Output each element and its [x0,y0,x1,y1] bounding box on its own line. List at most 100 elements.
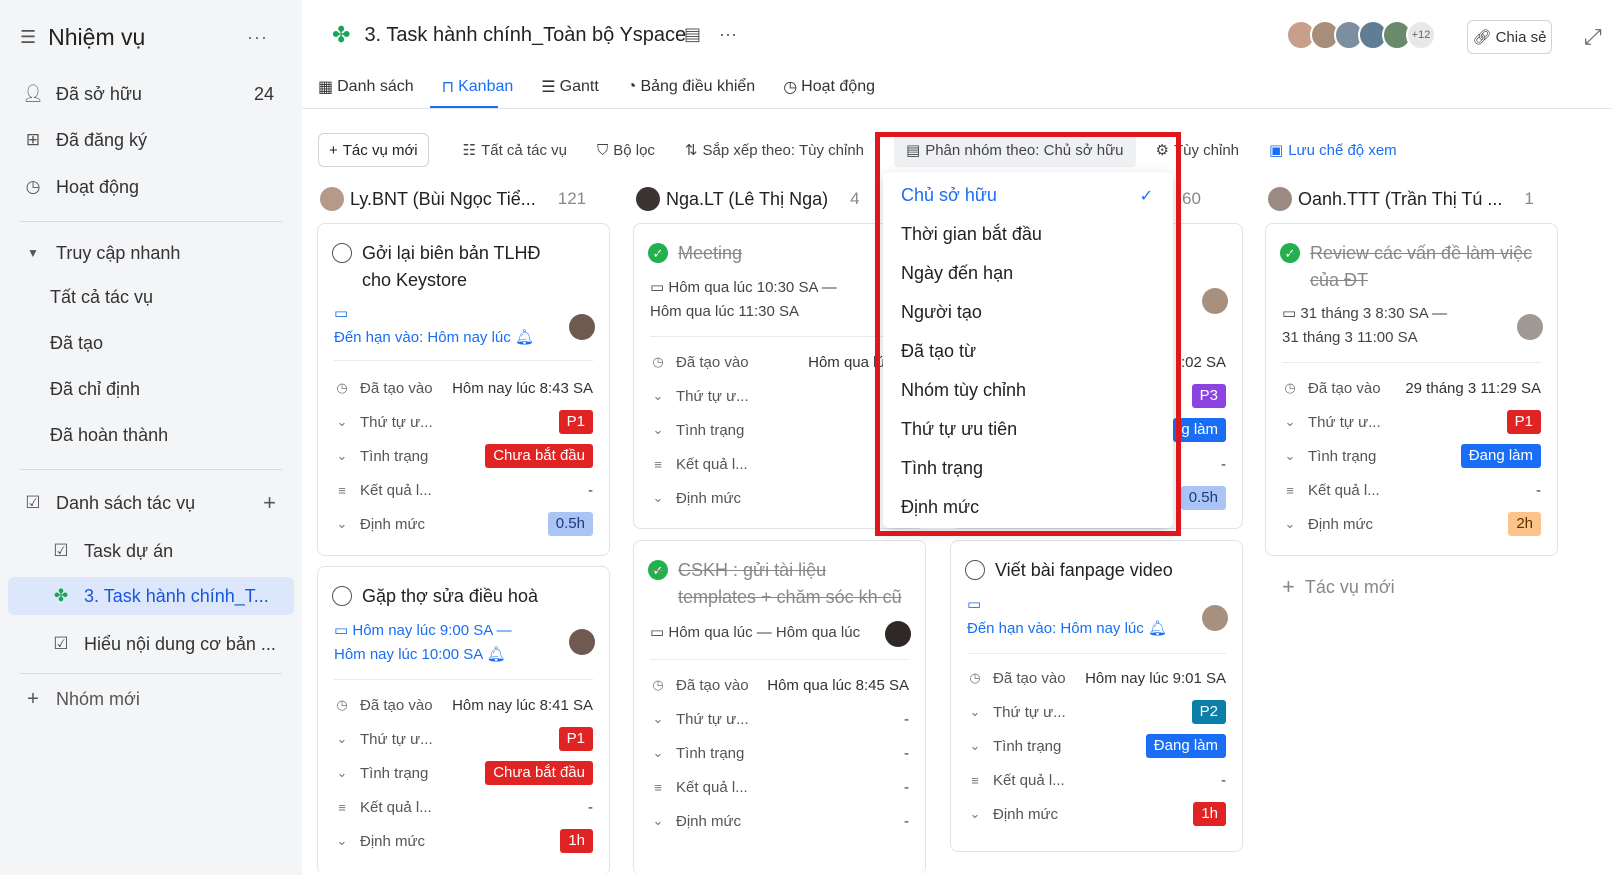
task-card[interactable]: Viết bài fanpage video ▭ Đến hạn vào: Hô… [950,540,1243,852]
card-divider [1282,362,1541,363]
column-header[interactable]: Oanh.TTT (Trần Thị Tú ... 1 [1268,186,1534,212]
estimate-badge[interactable]: 1h [560,829,593,853]
chevron-circle-icon: ⌄ [652,711,664,726]
field-label: Thứ tự ư... [676,710,749,728]
field-label: Tình trạng [676,421,745,439]
estimate-badge[interactable]: 0.5h [1180,486,1226,510]
field-label: Thứ tự ư... [1308,413,1381,431]
clock-icon: ◷ [652,677,664,692]
priority-badge[interactable]: P2 [1191,700,1226,724]
field-status: ⌄ Tình trạng Đang làm [1282,443,1541,469]
field-label: Đã tạo vào [993,669,1066,687]
sidebar-more-icon[interactable]: ··· [247,27,268,48]
priority-badge[interactable]: P1 [1506,410,1541,434]
checkbox[interactable] [965,560,985,580]
dashboard-icon: ◔ [626,78,637,95]
field-label: Định mức [360,832,426,850]
sidebar-item-activity[interactable]: ◷ Hoạt động [8,168,294,206]
task-list-icon: ☑ [53,541,69,560]
chevron-circle-icon: ⌄ [652,422,664,437]
all-tasks-label: Tất cả tác vụ [481,141,567,159]
priority-badge[interactable]: P3 [1191,384,1226,408]
tab-list[interactable]: ▦ Danh sách [318,74,414,100]
tab-gantt[interactable]: ☰ Gantt [541,74,598,100]
column-header[interactable]: Ly.BNT (Bùi Ngọc Tiể... 121 [320,186,586,212]
status-badge[interactable]: g làm [1173,418,1226,442]
field-value: - [588,481,593,499]
task-card[interactable]: ✓ Review các vấn đề làm việc của ĐT ▭ 31 … [1265,223,1558,556]
column-header[interactable]: 60 [1182,186,1201,212]
checkbox[interactable] [332,586,352,606]
quick-access-toggle[interactable]: ▼ Truy cập nhanh [8,234,294,272]
estimate-badge[interactable]: 1h [1193,802,1226,826]
clock-icon: ◷ [25,177,41,196]
priority-badge[interactable]: P1 [558,727,593,751]
task-lists-header[interactable]: ☑ Danh sách tác vụ + [8,484,294,522]
task-list-icon: ☑ [25,493,41,512]
new-task-button[interactable]: + Tác vụ mới [318,133,429,167]
task-card[interactable]: Gởi lại biên bản TLHĐ cho Keystore ▭ Đến… [317,223,610,556]
sidebar-item-label: Đã hoàn thành [50,424,169,445]
estimate-badge[interactable]: 2h [1508,512,1541,536]
status-badge[interactable]: Chưa bắt đầu [485,444,593,468]
sidebar-item-task-list[interactable]: ☑ Hiểu nội dung cơ bản ... [8,625,294,663]
more-icon[interactable]: ··· [719,24,737,45]
add-task-button[interactable]: + Tác vụ mới [1282,574,1395,600]
tab-activity[interactable]: ◷ Hoạt động [783,74,875,100]
calendar-icon: ▭ [650,279,665,296]
date-text: Hôm qua lúc 10:30 SA — [668,279,837,296]
chevron-circle-icon: ⌄ [336,731,348,746]
task-title: Gởi lại biên bản TLHĐ cho Keystore [332,240,569,294]
task-title-text: CSKH : gửi tài liệu templates + chăm sóc… [678,560,902,607]
tab-dashboard[interactable]: ◔ Bảng điều khiển [627,74,755,100]
sidebar-item-owned[interactable]: 👤︎ Đã sở hữu 24 [8,75,294,113]
field-estimate: ⌄ Định mức 1h [967,801,1226,827]
check-circle-icon[interactable]: ✓ [648,243,668,263]
field-created: ◷ Đã tạo vào Hôm nay lúc 8:41 SA [334,692,593,718]
tab-kanban[interactable]: ⊓ Kanban [442,74,514,100]
share-button[interactable]: 🔗︎ Chia sẻ [1467,20,1552,54]
column-header[interactable]: Nga.LT (Lê Thị Nga) 4 [636,186,860,212]
calendar-icon: ▭ [334,622,349,639]
sidebar-item-subscribed[interactable]: ⊞ Đã đăng ký [8,121,294,159]
chevron-circle-icon: ⌄ [1284,414,1296,429]
sidebar-item-task-list-active[interactable]: ✤ 3. Task hành chính_T... [8,577,294,615]
all-tasks-button[interactable]: ☷ Tất cả tác vụ [463,133,567,167]
plus-icon: + [1282,574,1295,599]
collapse-sidebar-icon[interactable]: ☰ [20,27,36,48]
check-circle-icon[interactable]: ✓ [1280,243,1300,263]
clock-icon: ◷ [336,697,348,712]
field-label: Kết quả l... [993,771,1065,789]
sort-button[interactable]: ⇅ Sắp xếp theo: Tùy chỉnh [685,133,864,167]
filter-button[interactable]: ⛉ Bộ lọc [597,133,655,167]
task-card[interactable]: Gặp thợ sửa điều hoà ▭ Hôm nay lúc 9:00 … [317,566,610,875]
new-task-label: Tác vụ mới [342,141,418,159]
task-card[interactable]: ✓ CSKH : gửi tài liệu templates + chăm só… [633,540,926,875]
sidebar-item-task-list[interactable]: ☑ Task dự án [8,532,294,570]
estimate-badge[interactable]: 0.5h [547,512,593,536]
list-icon: ▦ [318,79,334,96]
title-actions: ▤ ··· [684,24,737,45]
field-value: Hôm nay lúc 9:01 SA [1085,669,1226,687]
sidebar-item-assigned[interactable]: Đã chỉ định [8,370,294,408]
card-divider [967,653,1226,654]
field-value: - [904,778,909,796]
edit-note-icon[interactable]: ▤ [684,24,701,45]
priority-badge[interactable]: P1 [558,410,593,434]
checkbox[interactable] [332,243,352,263]
member-avatars[interactable]: +12 [1286,20,1436,50]
check-circle-icon[interactable]: ✓ [648,560,668,580]
sidebar-item-completed[interactable]: Đã hoàn thành [8,416,294,454]
sidebar-item-all-tasks[interactable]: Tất cả tác vụ [8,278,294,316]
chevron-circle-icon: ⌄ [969,806,981,821]
new-group-button[interactable]: + Nhóm mới [8,680,294,718]
status-badge[interactable]: Đang làm [1145,734,1226,758]
sidebar-item-created[interactable]: Đã tạo [8,324,294,362]
expand-icon[interactable]: ⤢ [1584,24,1602,50]
status-badge[interactable]: Đang làm [1460,444,1541,468]
sidebar-item-label: Task dự án [84,540,174,561]
status-badge[interactable]: Chưa bắt đầu [485,761,593,785]
save-view-button[interactable]: ▣ Lưu chế độ xem [1269,133,1397,167]
clock-icon: ◷ [969,670,981,685]
add-list-icon[interactable]: + [263,490,276,516]
